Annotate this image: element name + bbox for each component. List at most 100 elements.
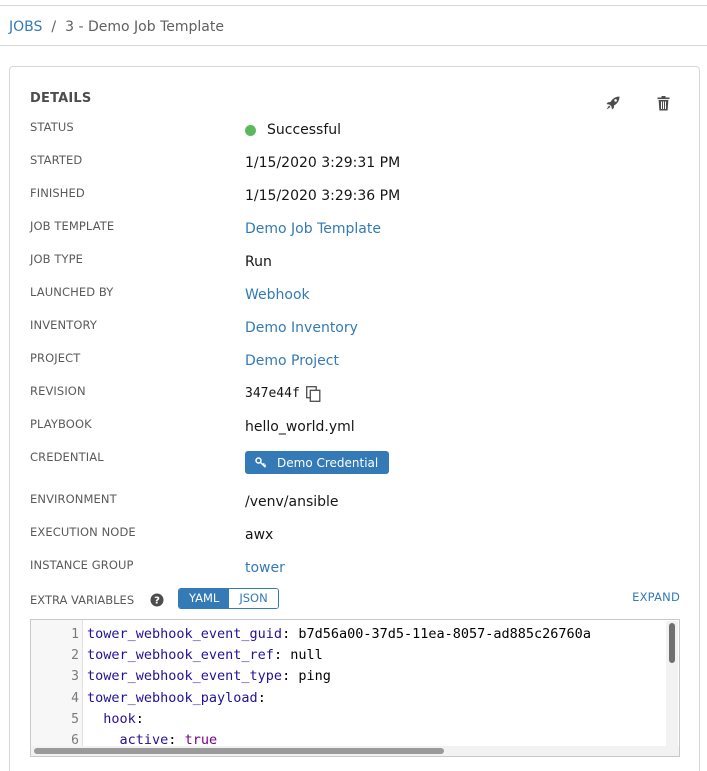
- line-text: tower_webhook_event_ref: null: [87, 645, 323, 666]
- job-type-label: JOB TYPE: [30, 252, 84, 266]
- revision-hash: 347e44f: [245, 386, 300, 401]
- line-text: hook:: [87, 709, 144, 730]
- credential-chip[interactable]: Demo Credential: [245, 451, 390, 474]
- yaml-value: b7d56a00-37d5-11ea-8057-ad885c26760a: [298, 626, 591, 642]
- credential-value: Demo Credential: [245, 451, 390, 474]
- started-label: STARTED: [30, 153, 83, 167]
- instance-group-label: INSTANCE GROUP: [30, 558, 134, 572]
- breadcrumb-separator: /: [51, 19, 57, 35]
- delete-button[interactable]: [653, 93, 673, 113]
- code-line: 4 tower_webhook_payload:: [31, 688, 679, 709]
- format-toggle: YAML JSON: [178, 588, 279, 609]
- vertical-scrollbar[interactable]: [666, 621, 678, 748]
- credential-label: CREDENTIAL: [30, 450, 104, 464]
- detail-instance-group: INSTANCE GROUP tower: [30, 558, 680, 582]
- yaml-value: null: [290, 647, 323, 664]
- status-value: Successful: [245, 120, 341, 140]
- panel-title: DETAILS: [30, 91, 92, 106]
- horizontal-scroll-thumb[interactable]: [34, 748, 444, 754]
- detail-environment: ENVIRONMENT /venv/ansible: [30, 492, 680, 516]
- detail-job-template: JOB TEMPLATE Demo Job Template: [30, 219, 680, 243]
- svg-text:?: ?: [154, 596, 160, 607]
- launched-by-label: LAUNCHED BY: [30, 285, 114, 299]
- line-number: 4: [71, 690, 79, 706]
- playbook-value: hello_world.yml: [245, 419, 355, 435]
- line-text: tower_webhook_event_guid: b7d56a00-37d5-…: [87, 624, 591, 645]
- finished-value: 1/15/2020 3:29:36 PM: [245, 188, 401, 204]
- project-link[interactable]: Demo Project: [245, 351, 339, 371]
- code-lines: 1 tower_webhook_event_guid: b7d56a00-37d5…: [31, 624, 679, 751]
- environment-value: /venv/ansible: [245, 494, 339, 510]
- yaml-separator: :: [282, 668, 299, 685]
- code-line: 5 hook:: [31, 709, 679, 730]
- yaml-toggle-button[interactable]: YAML: [179, 589, 230, 608]
- revision-value: 347e44f: [245, 384, 321, 404]
- horizontal-scrollbar[interactable]: [31, 746, 679, 756]
- inventory-link[interactable]: Demo Inventory: [245, 318, 358, 338]
- extra-variables-header: EXTRA VARIABLES ? YAML JSON EXPAND: [30, 588, 680, 612]
- help-icon[interactable]: ?: [150, 592, 164, 611]
- relaunch-button[interactable]: [603, 93, 623, 113]
- job-type-value: Run: [245, 254, 272, 270]
- execution-node-value: awx: [245, 527, 274, 543]
- details-panel: DETAILS STATUS Successful STARTED 1/15/2…: [9, 66, 700, 771]
- detail-job-type: JOB TYPE Run: [30, 252, 680, 276]
- playbook-label: PLAYBOOK: [30, 417, 92, 431]
- copy-icon: [305, 386, 321, 402]
- code-line: 3 tower_webhook_event_type: ping: [31, 666, 679, 687]
- detail-launched-by: LAUNCHED BY Webhook: [30, 285, 680, 309]
- detail-inventory: INVENTORY Demo Inventory: [30, 318, 680, 342]
- status-label: STATUS: [30, 120, 74, 134]
- started-value: 1/15/2020 3:29:31 PM: [245, 155, 401, 171]
- launched-by-link[interactable]: Webhook: [245, 285, 310, 305]
- panel-actions: [603, 93, 673, 113]
- line-text: tower_webhook_event_type: ping: [87, 666, 331, 687]
- line-number: 2: [71, 648, 79, 664]
- yaml-separator: :: [282, 626, 299, 642]
- expand-button[interactable]: EXPAND: [632, 590, 680, 604]
- yaml-separator: :: [257, 689, 266, 706]
- code-line: 2 tower_webhook_event_ref: null: [31, 645, 679, 666]
- finished-label: FINISHED: [30, 186, 85, 200]
- breadcrumb-jobs-link[interactable]: JOBS: [9, 19, 42, 35]
- job-template-link[interactable]: Demo Job Template: [245, 219, 381, 239]
- breadcrumb: JOBS / 3 - Demo Job Template: [9, 17, 224, 37]
- json-toggle-button[interactable]: JSON: [229, 589, 278, 608]
- job-template-label: JOB TEMPLATE: [30, 219, 115, 233]
- detail-status: STATUS Successful: [30, 120, 680, 144]
- instance-group-link[interactable]: tower: [245, 558, 285, 578]
- vertical-scroll-thumb[interactable]: [669, 623, 675, 663]
- yaml-key: tower_webhook_event_type: [87, 668, 283, 685]
- detail-finished: FINISHED 1/15/2020 3:29:36 PM: [30, 186, 680, 210]
- status-text: Successful: [267, 122, 342, 138]
- header-divider: [0, 45, 707, 46]
- yaml-key: tower_webhook_event_ref: [87, 647, 274, 664]
- inventory-label: INVENTORY: [30, 318, 97, 332]
- line-number: 1: [71, 627, 79, 642]
- revision-label: REVISION: [30, 384, 86, 398]
- copy-revision-button[interactable]: [305, 386, 321, 402]
- success-status-icon: [245, 124, 256, 136]
- line-text: tower_webhook_payload:: [87, 688, 266, 709]
- extra-variables-label: EXTRA VARIABLES: [30, 593, 135, 607]
- question-circle-icon: ?: [150, 593, 164, 607]
- detail-started: STARTED 1/15/2020 3:29:31 PM: [30, 153, 680, 177]
- breadcrumb-current: 3 - Demo Job Template: [65, 19, 224, 35]
- yaml-key: tower_webhook_event_guid: [87, 626, 283, 642]
- yaml-separator: :: [135, 710, 144, 727]
- yaml-separator: :: [273, 647, 291, 664]
- yaml-key: hook: [103, 710, 136, 727]
- line-number: 5: [71, 711, 79, 727]
- yaml-key: tower_webhook_payload: [87, 689, 258, 706]
- execution-node-label: EXECUTION NODE: [30, 525, 136, 539]
- line-number: 3: [71, 669, 79, 685]
- project-label: PROJECT: [30, 351, 81, 365]
- trash-icon: [657, 95, 669, 110]
- extra-variables-editor[interactable]: 1 tower_webhook_event_guid: b7d56a00-37d5…: [30, 619, 680, 757]
- rocket-icon: [606, 96, 620, 110]
- detail-revision: REVISION 347e44f: [30, 384, 680, 408]
- environment-label: ENVIRONMENT: [30, 492, 117, 506]
- detail-playbook: PLAYBOOK hello_world.yml: [30, 417, 680, 441]
- key-icon: [255, 457, 267, 468]
